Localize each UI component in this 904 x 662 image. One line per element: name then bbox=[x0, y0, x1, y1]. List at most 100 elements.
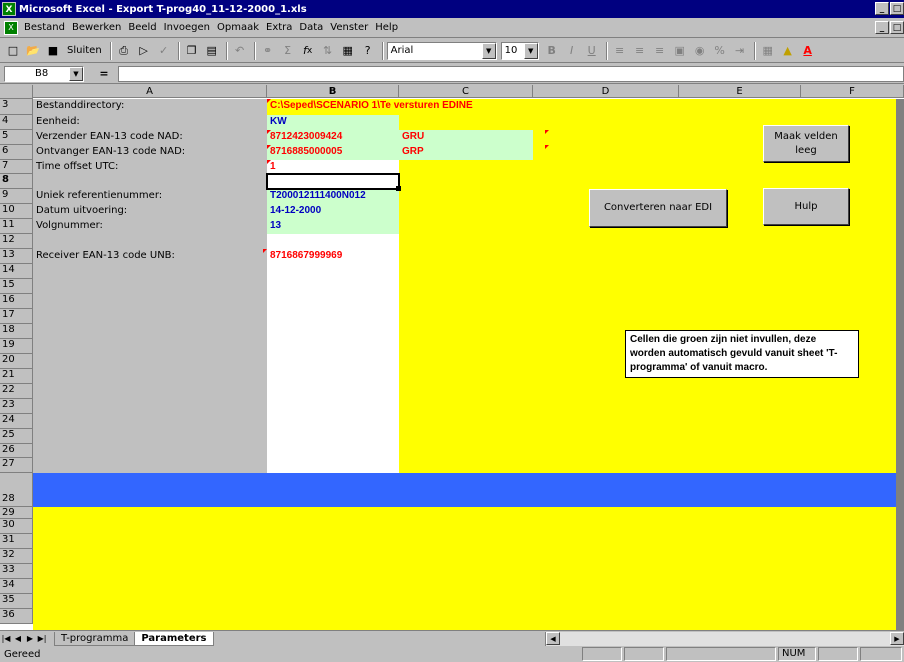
row-header[interactable]: 33 bbox=[0, 564, 33, 579]
row-header[interactable]: 30 bbox=[0, 519, 33, 534]
vertical-scrollbar[interactable] bbox=[896, 99, 904, 630]
font-color-icon[interactable]: A bbox=[799, 41, 817, 61]
chevron-down-icon[interactable]: ▼ bbox=[523, 42, 538, 59]
scroll-left-icon[interactable]: ◀ bbox=[546, 632, 560, 645]
merge-center-icon[interactable]: ▣ bbox=[671, 41, 689, 61]
row-header[interactable]: 35 bbox=[0, 594, 33, 609]
copy-icon[interactable]: ❐ bbox=[183, 41, 201, 61]
excel-app-icon[interactable]: X bbox=[2, 2, 16, 16]
row-header[interactable]: 8 bbox=[0, 174, 33, 189]
select-all-corner[interactable] bbox=[0, 85, 33, 99]
row-header[interactable]: 7 bbox=[0, 160, 33, 174]
menu-venster[interactable]: Venster bbox=[330, 22, 368, 33]
row-header[interactable]: 13 bbox=[0, 249, 33, 264]
scroll-right-icon[interactable]: ▶ bbox=[890, 632, 904, 645]
formula-input[interactable] bbox=[118, 65, 904, 82]
cell-a9[interactable]: Uniek referentienummer: bbox=[36, 190, 162, 201]
open-folder-icon[interactable]: 📂 bbox=[24, 41, 42, 61]
menu-data[interactable]: Data bbox=[299, 22, 323, 33]
sluiten-button[interactable]: Sluiten bbox=[64, 41, 105, 61]
menu-invoegen[interactable]: Invoegen bbox=[164, 22, 210, 33]
borders-icon[interactable]: ▦ bbox=[759, 41, 777, 61]
row-header[interactable]: 9 bbox=[0, 189, 33, 204]
row-header[interactable]: 19 bbox=[0, 339, 33, 354]
row-header[interactable]: 34 bbox=[0, 579, 33, 594]
bold-button[interactable]: B bbox=[543, 41, 561, 61]
save-icon[interactable]: ■ bbox=[44, 41, 62, 61]
sheet-tab-t-programma[interactable]: T-programma bbox=[54, 631, 136, 646]
align-right-icon[interactable]: ≡ bbox=[651, 41, 669, 61]
first-sheet-icon[interactable]: |◀ bbox=[0, 632, 12, 646]
workbook-restore-button[interactable]: □ bbox=[890, 21, 904, 34]
comment-marker[interactable] bbox=[545, 145, 549, 149]
row-header[interactable]: 6 bbox=[0, 145, 33, 160]
cell-a11[interactable]: Volgnummer: bbox=[36, 220, 103, 231]
cell-c6[interactable]: GRP bbox=[402, 146, 424, 157]
chart-wizard-icon[interactable]: ▦ bbox=[339, 41, 357, 61]
new-file-icon[interactable]: □ bbox=[4, 41, 22, 61]
fill-handle[interactable] bbox=[396, 186, 401, 191]
row-header[interactable]: 5 bbox=[0, 130, 33, 145]
indent-icon[interactable]: ⇥ bbox=[731, 41, 749, 61]
cell-b11[interactable]: 13 bbox=[270, 220, 281, 231]
row-header[interactable]: 12 bbox=[0, 234, 33, 249]
spelling-icon[interactable]: ✓ bbox=[155, 41, 173, 61]
comment-marker[interactable] bbox=[545, 130, 549, 134]
print-icon[interactable]: ⎙ bbox=[115, 41, 133, 61]
row-header[interactable]: 20 bbox=[0, 354, 33, 369]
row-header[interactable]: 16 bbox=[0, 294, 33, 309]
formula-equals-button[interactable]: = bbox=[94, 66, 114, 82]
cell-b10[interactable]: 14-12-2000 bbox=[270, 205, 321, 216]
row-header[interactable]: 29 bbox=[0, 507, 33, 519]
column-header-b[interactable]: B bbox=[267, 85, 399, 98]
workbook-minimize-button[interactable]: _ bbox=[875, 21, 889, 34]
cell-b5[interactable]: 8712423009424 bbox=[270, 131, 342, 142]
next-sheet-icon[interactable]: ▶ bbox=[24, 632, 36, 646]
cell-b7[interactable]: 1 bbox=[270, 161, 276, 172]
row-header[interactable]: 27 bbox=[0, 458, 33, 473]
menu-help[interactable]: Help bbox=[375, 22, 398, 33]
print-preview-icon[interactable]: ▷ bbox=[135, 41, 153, 61]
row-header[interactable]: 3 bbox=[0, 99, 33, 115]
row-header[interactable]: 4 bbox=[0, 115, 33, 130]
row-header[interactable]: 14 bbox=[0, 264, 33, 279]
cell-a13[interactable]: Receiver EAN-13 code UNB: bbox=[36, 250, 175, 261]
paste-icon[interactable]: ▤ bbox=[203, 41, 221, 61]
menu-opmaak[interactable]: Opmaak bbox=[217, 22, 259, 33]
row-header[interactable]: 26 bbox=[0, 444, 33, 458]
row-header[interactable]: 32 bbox=[0, 549, 33, 564]
menu-bewerken[interactable]: Bewerken bbox=[72, 22, 121, 33]
autosum-icon[interactable]: Σ bbox=[279, 41, 297, 61]
cell-b13[interactable]: 8716867999969 bbox=[270, 250, 342, 261]
cell-b9[interactable]: T200012111400N012 bbox=[270, 190, 366, 201]
font-size-select[interactable]: 10 ▼ bbox=[500, 41, 539, 60]
workbook-icon[interactable]: X bbox=[4, 20, 18, 35]
currency-icon[interactable]: ◉ bbox=[691, 41, 709, 61]
maximize-button[interactable]: □ bbox=[890, 2, 904, 15]
row-header[interactable]: 11 bbox=[0, 219, 33, 234]
row-header[interactable]: 17 bbox=[0, 309, 33, 324]
cell-a3[interactable]: Bestanddirectory: bbox=[36, 100, 124, 111]
prev-sheet-icon[interactable]: ◀ bbox=[12, 632, 24, 646]
align-left-icon[interactable]: ≡ bbox=[611, 41, 629, 61]
chevron-down-icon[interactable]: ▼ bbox=[481, 42, 496, 59]
convert-to-edi-button[interactable]: Converteren naar EDI bbox=[589, 189, 727, 227]
menu-beeld[interactable]: Beeld bbox=[128, 22, 156, 33]
column-header-c[interactable]: C bbox=[399, 85, 533, 98]
comment-marker[interactable] bbox=[263, 249, 267, 253]
cell-a4[interactable]: Eenheid: bbox=[36, 116, 80, 127]
sheet-tab-parameters[interactable]: Parameters bbox=[134, 631, 214, 646]
row-header[interactable]: 23 bbox=[0, 399, 33, 414]
office-assistant-icon[interactable]: ? bbox=[359, 41, 377, 61]
cell-b3[interactable]: C:\Seped\SCENARIO 1\Te versturen EDINE bbox=[270, 100, 473, 111]
fill-color-icon[interactable]: ▲ bbox=[779, 41, 797, 61]
name-box[interactable]: B8 ▼ bbox=[4, 65, 84, 82]
row-header[interactable]: 22 bbox=[0, 384, 33, 399]
active-cell-b8[interactable] bbox=[266, 173, 400, 190]
cell-c5[interactable]: GRU bbox=[402, 131, 424, 142]
cell-a10[interactable]: Datum uitvoering: bbox=[36, 205, 127, 216]
help-button[interactable]: Hulp bbox=[763, 188, 849, 225]
column-header-a[interactable]: A bbox=[33, 85, 267, 98]
last-sheet-icon[interactable]: ▶| bbox=[36, 632, 48, 646]
horizontal-scrollbar[interactable]: ◀ ▶ bbox=[545, 632, 904, 646]
